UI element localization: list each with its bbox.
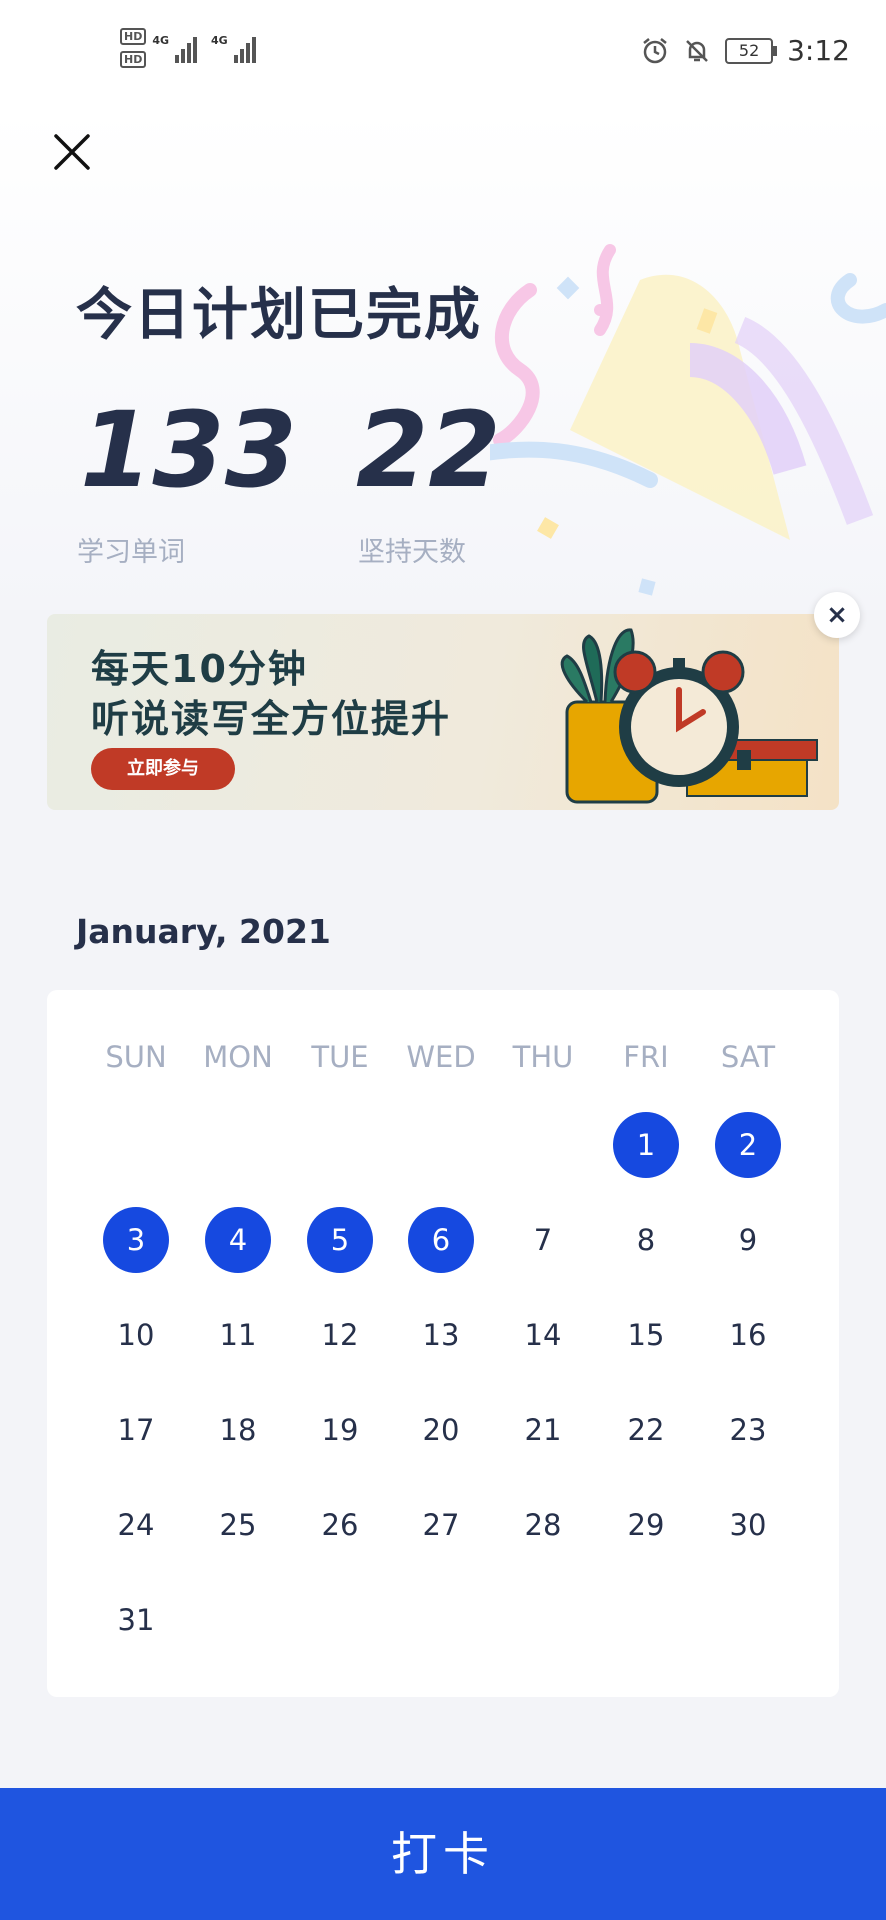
calendar-day-21[interactable]: 21 <box>510 1397 576 1463</box>
signal-icon-1 <box>175 33 198 63</box>
calendar-day-6[interactable]: 6 <box>408 1207 474 1273</box>
days-label: 坚持天数 <box>358 537 466 568</box>
alarm-clock-illustration <box>560 628 818 804</box>
promo-banner[interactable]: 每天10分钟 听说读写全方位提升 立即参与 <box>47 614 839 810</box>
banner-line-1: 每天10分钟 <box>91 647 308 691</box>
page-title: 今日计划已完成 <box>76 283 482 348</box>
status-bar: HD HD 4G 4G 52 3:12 <box>0 0 886 110</box>
calendar-day-3[interactable]: 3 <box>103 1207 169 1273</box>
calendar-day-27[interactable]: 27 <box>408 1492 474 1558</box>
weekday-fri: FRI <box>623 1040 669 1074</box>
banner-line-2: 听说读写全方位提升 <box>91 697 452 741</box>
weekday-sun: SUN <box>105 1040 167 1074</box>
hd-badge-2: HD <box>120 51 147 68</box>
calendar-day-10[interactable]: 10 <box>103 1302 169 1368</box>
calendar-day-29[interactable]: 29 <box>613 1492 679 1558</box>
words-label: 学习单词 <box>77 537 185 568</box>
clock-time: 3:12 <box>787 34 850 67</box>
check-in-button[interactable]: 打卡 <box>0 1788 886 1920</box>
calendar-day-7[interactable]: 7 <box>510 1207 576 1273</box>
calendar-day-13[interactable]: 13 <box>408 1302 474 1368</box>
calendar-day-30[interactable]: 30 <box>715 1492 781 1558</box>
weekday-sat: SAT <box>720 1040 776 1074</box>
calendar-card: SUN MON TUE WED THU FRI SAT 1 2 3 4 5 6 7 8 9 10 1… <box>47 990 839 1697</box>
weekday-mon: MON <box>203 1040 273 1074</box>
status-right: 52 3:12 <box>641 34 850 67</box>
words-count: 133 <box>80 389 298 511</box>
calendar-day-12[interactable]: 12 <box>307 1302 373 1368</box>
alarm-icon <box>643 37 667 63</box>
calendar-day-19[interactable]: 19 <box>307 1397 373 1463</box>
close-icon[interactable] <box>50 130 94 174</box>
network-label-2: 4G <box>211 33 228 47</box>
calendar-day-1[interactable]: 1 <box>613 1112 679 1178</box>
mute-bell-icon <box>686 39 708 62</box>
join-now-button[interactable]: 立即参与 <box>91 748 235 790</box>
battery-icon: 52 <box>725 37 778 64</box>
calendar-day-5[interactable]: 5 <box>307 1207 373 1273</box>
calendar-day-11[interactable]: 11 <box>205 1302 271 1368</box>
weekday-thu: THU <box>512 1040 574 1074</box>
calendar-day-2[interactable]: 2 <box>715 1112 781 1178</box>
weekday-tue: TUE <box>311 1040 369 1074</box>
hd-badge-1: HD <box>120 28 147 45</box>
days-count: 22 <box>356 389 501 511</box>
calendar-day-31[interactable]: 31 <box>103 1587 169 1653</box>
banner-close-button[interactable]: × <box>814 592 860 638</box>
calendar-day-24[interactable]: 24 <box>103 1492 169 1558</box>
calendar-day-25[interactable]: 25 <box>205 1492 271 1558</box>
calendar-day-9[interactable]: 9 <box>715 1207 781 1273</box>
status-left: HD HD 4G 4G <box>120 28 256 68</box>
calendar-day-20[interactable]: 20 <box>408 1397 474 1463</box>
calendar-day-23[interactable]: 23 <box>715 1397 781 1463</box>
hd-indicators: HD HD <box>120 28 147 68</box>
weekday-wed: WED <box>406 1040 476 1074</box>
calendar-day-4[interactable]: 4 <box>205 1207 271 1273</box>
calendar-day-26[interactable]: 26 <box>307 1492 373 1558</box>
calendar-day-8[interactable]: 8 <box>613 1207 679 1273</box>
signal-icon-2 <box>233 33 256 63</box>
calendar-day-18[interactable]: 18 <box>205 1397 271 1463</box>
calendar-day-22[interactable]: 22 <box>613 1397 679 1463</box>
calendar-day-16[interactable]: 16 <box>715 1302 781 1368</box>
calendar-day-15[interactable]: 15 <box>613 1302 679 1368</box>
calendar-day-28[interactable]: 28 <box>510 1492 576 1558</box>
calendar-day-14[interactable]: 14 <box>510 1302 576 1368</box>
calendar-day-17[interactable]: 17 <box>103 1397 169 1463</box>
calendar-month-title: January, 2021 <box>76 912 331 951</box>
network-label-1: 4G <box>152 33 170 47</box>
